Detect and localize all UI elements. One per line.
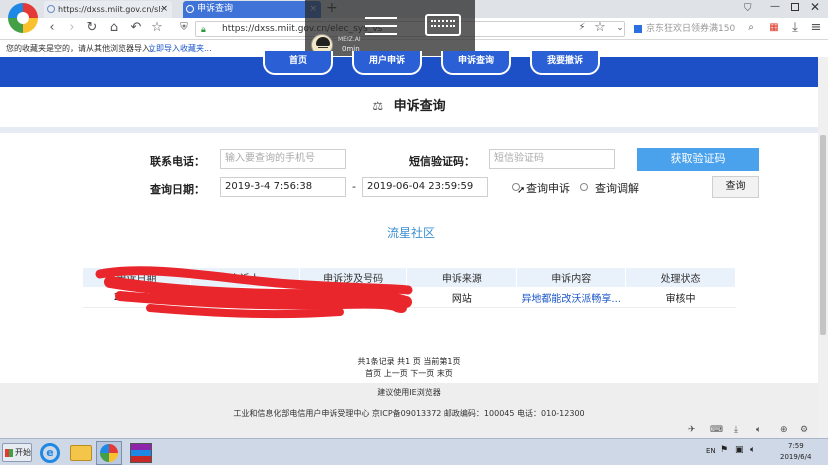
date-separator: - bbox=[352, 180, 356, 193]
clock-date[interactable]: 2019/6/4 bbox=[780, 453, 811, 461]
import-favorites-link[interactable]: 立即导入收藏夹... bbox=[148, 40, 212, 57]
watermark-text: 流星社区 bbox=[387, 226, 436, 240]
lightning-icon[interactable]: ⚡︎ bbox=[574, 20, 590, 36]
browser-taskbar-icon[interactable] bbox=[96, 441, 122, 465]
undo-icon[interactable]: ↶ bbox=[128, 20, 144, 36]
volume-icon[interactable]: 🔈︎ bbox=[750, 445, 755, 455]
avatar-label: MEIZ.AI bbox=[338, 36, 361, 43]
minimize-icon[interactable]: — bbox=[770, 1, 780, 12]
browser-status-bar: ✈︎ ⌨︎ ⤓ 🔈︎ ⊕ ⚙︎ bbox=[0, 424, 818, 438]
menu-icon[interactable]: ≡ bbox=[808, 20, 824, 36]
windows-logo-icon bbox=[5, 449, 13, 457]
language-indicator[interactable]: EN bbox=[706, 447, 716, 455]
footer-org-info: 工业和信息化部电信用户申诉受理中心 京ICP备09013372 邮政编码：100… bbox=[233, 409, 585, 418]
header-status: 处理状态 bbox=[625, 267, 736, 288]
bookmark-star-icon[interactable]: ☆ bbox=[592, 20, 608, 36]
phone-label: 联系电话： bbox=[150, 155, 205, 168]
tab-label: 申诉查询 bbox=[197, 4, 234, 14]
search-engine-icon bbox=[634, 25, 642, 33]
start-button[interactable]: 开始 bbox=[2, 443, 32, 462]
nav-withdraw[interactable]: 我要撤诉 bbox=[530, 51, 600, 75]
phone-input[interactable]: 输入要查询的手机号 bbox=[220, 149, 346, 169]
browser-logo-icon[interactable] bbox=[8, 3, 38, 33]
radio-query-complaint-label[interactable]: 查询申诉 bbox=[526, 180, 570, 196]
radio-query-mediation-label[interactable]: 查询调解 bbox=[595, 180, 639, 196]
star-icon[interactable]: ☆ bbox=[149, 20, 165, 36]
download-status-icon[interactable]: ⤓ bbox=[734, 425, 738, 435]
keyboard-icon[interactable] bbox=[425, 14, 461, 36]
page-title: ⚖︎ 申诉查询 bbox=[0, 87, 818, 125]
home-icon[interactable]: ⌂ bbox=[106, 20, 122, 36]
date-from-input[interactable]: 2019-3-4 7:56:38 bbox=[220, 177, 346, 197]
os-taskbar: 开始 e EN ⚑ ▣ 🔈︎ 7:59 2019/6/4 bbox=[0, 438, 828, 465]
cell-content-link[interactable]: 异地都能改沃派畅享... bbox=[516, 287, 626, 308]
forward-icon[interactable]: › bbox=[64, 20, 80, 36]
cell-source: 网站 bbox=[406, 287, 517, 308]
pagination-links: 首页 上一页 下一页 末页 bbox=[0, 368, 818, 379]
page-title-text: 申诉查询 bbox=[393, 99, 446, 114]
ie-icon[interactable]: e bbox=[40, 443, 60, 463]
clock-time[interactable]: 7:59 bbox=[788, 442, 804, 450]
pagination-summary: 共1条记录 共1 页 当前第1页 bbox=[357, 357, 461, 366]
favorites-empty-text: 您的收藏夹是空的，请从其他浏览器导入。 bbox=[6, 44, 158, 53]
sound-icon[interactable]: 🔈︎ bbox=[756, 425, 761, 435]
scrollbar-thumb[interactable] bbox=[820, 135, 826, 335]
flag-icon[interactable]: ⚑ bbox=[720, 445, 728, 455]
query-button[interactable]: 查询 bbox=[712, 176, 759, 198]
scale-icon: ⚖︎ bbox=[372, 99, 384, 113]
winrar-icon[interactable] bbox=[130, 443, 152, 463]
page-prev-link[interactable]: 上一页 bbox=[384, 369, 408, 378]
redaction-scribble bbox=[95, 266, 413, 319]
back-icon[interactable]: ‹ bbox=[44, 20, 60, 36]
nav-user-complaint[interactable]: 用户申诉 bbox=[352, 51, 422, 75]
folder-icon[interactable] bbox=[70, 445, 92, 461]
sms-code-input[interactable]: 短信验证码 bbox=[489, 149, 615, 169]
close-window-icon[interactable]: ✕ bbox=[810, 0, 820, 14]
apps-icon[interactable]: ▦ bbox=[766, 20, 782, 36]
tab-dxss[interactable]: https://dxss.miit.gov.cn/sl: × bbox=[44, 1, 172, 18]
nav-complaint-query[interactable]: 申诉查询 bbox=[441, 51, 511, 75]
page-icon bbox=[186, 5, 194, 13]
sms-code-label: 短信验证码： bbox=[409, 155, 475, 168]
zoom-icon[interactable]: ⊕ bbox=[780, 425, 788, 435]
date-to-input[interactable]: 2019-06-04 23:59:59 bbox=[362, 177, 488, 197]
page-next-link[interactable]: 下一页 bbox=[410, 369, 434, 378]
header-content: 申诉内容 bbox=[516, 267, 627, 288]
start-label: 开始 bbox=[15, 448, 31, 457]
search-placeholder: 京东狂欢日领券满150 bbox=[646, 24, 736, 34]
page-icon bbox=[47, 5, 55, 13]
site-nav: 首页 用户申诉 申诉查询 我要撤诉 bbox=[0, 51, 828, 87]
header-source: 申诉来源 bbox=[406, 267, 518, 288]
shirt-icon[interactable]: ⛉ bbox=[744, 3, 752, 14]
cell-status: 审核中 bbox=[625, 287, 736, 308]
nav-home[interactable]: 首页 bbox=[263, 51, 333, 75]
search-icon[interactable]: ⌕ bbox=[743, 20, 759, 36]
date-label: 查询日期： bbox=[150, 183, 205, 196]
tab-label: https://dxss.miit.gov.cn/sl: bbox=[58, 5, 164, 14]
page-last-link[interactable]: 末页 bbox=[437, 369, 453, 378]
tab-complaint-query[interactable]: 申诉查询 × bbox=[183, 1, 321, 18]
close-icon[interactable]: × bbox=[160, 1, 168, 18]
lock-icon: 🔒︎ bbox=[201, 25, 206, 35]
page-first-link[interactable]: 首页 bbox=[365, 369, 381, 378]
download-icon[interactable]: ⤓ bbox=[787, 20, 803, 36]
search-input[interactable]: 京东狂欢日领券满150 bbox=[632, 21, 760, 37]
cursor-icon: ➚ bbox=[517, 185, 526, 196]
hamburger-icon[interactable] bbox=[365, 14, 397, 36]
refresh-icon[interactable]: ↻ bbox=[84, 20, 100, 36]
settings-icon[interactable]: ⚙︎ bbox=[800, 425, 808, 435]
browser-hint: 建议使用IE浏览器 bbox=[377, 388, 441, 397]
pin-icon[interactable]: ✈︎ bbox=[688, 425, 696, 435]
keyboard-status-icon[interactable]: ⌨︎ bbox=[710, 425, 723, 435]
page-content: ⚖︎ 申诉查询 联系电话： 输入要查询的手机号 短信验证码： 短信验证码 获取验… bbox=[0, 87, 818, 384]
get-code-button[interactable]: 获取验证码 bbox=[637, 148, 759, 171]
shield-icon[interactable]: ⛨ bbox=[176, 20, 192, 36]
title-divider bbox=[0, 127, 818, 133]
radio-query-mediation[interactable] bbox=[580, 183, 588, 191]
network-icon[interactable]: ▣ bbox=[735, 445, 744, 455]
dropdown-icon[interactable]: ⌄ bbox=[612, 20, 628, 36]
restore-icon[interactable] bbox=[791, 3, 799, 11]
